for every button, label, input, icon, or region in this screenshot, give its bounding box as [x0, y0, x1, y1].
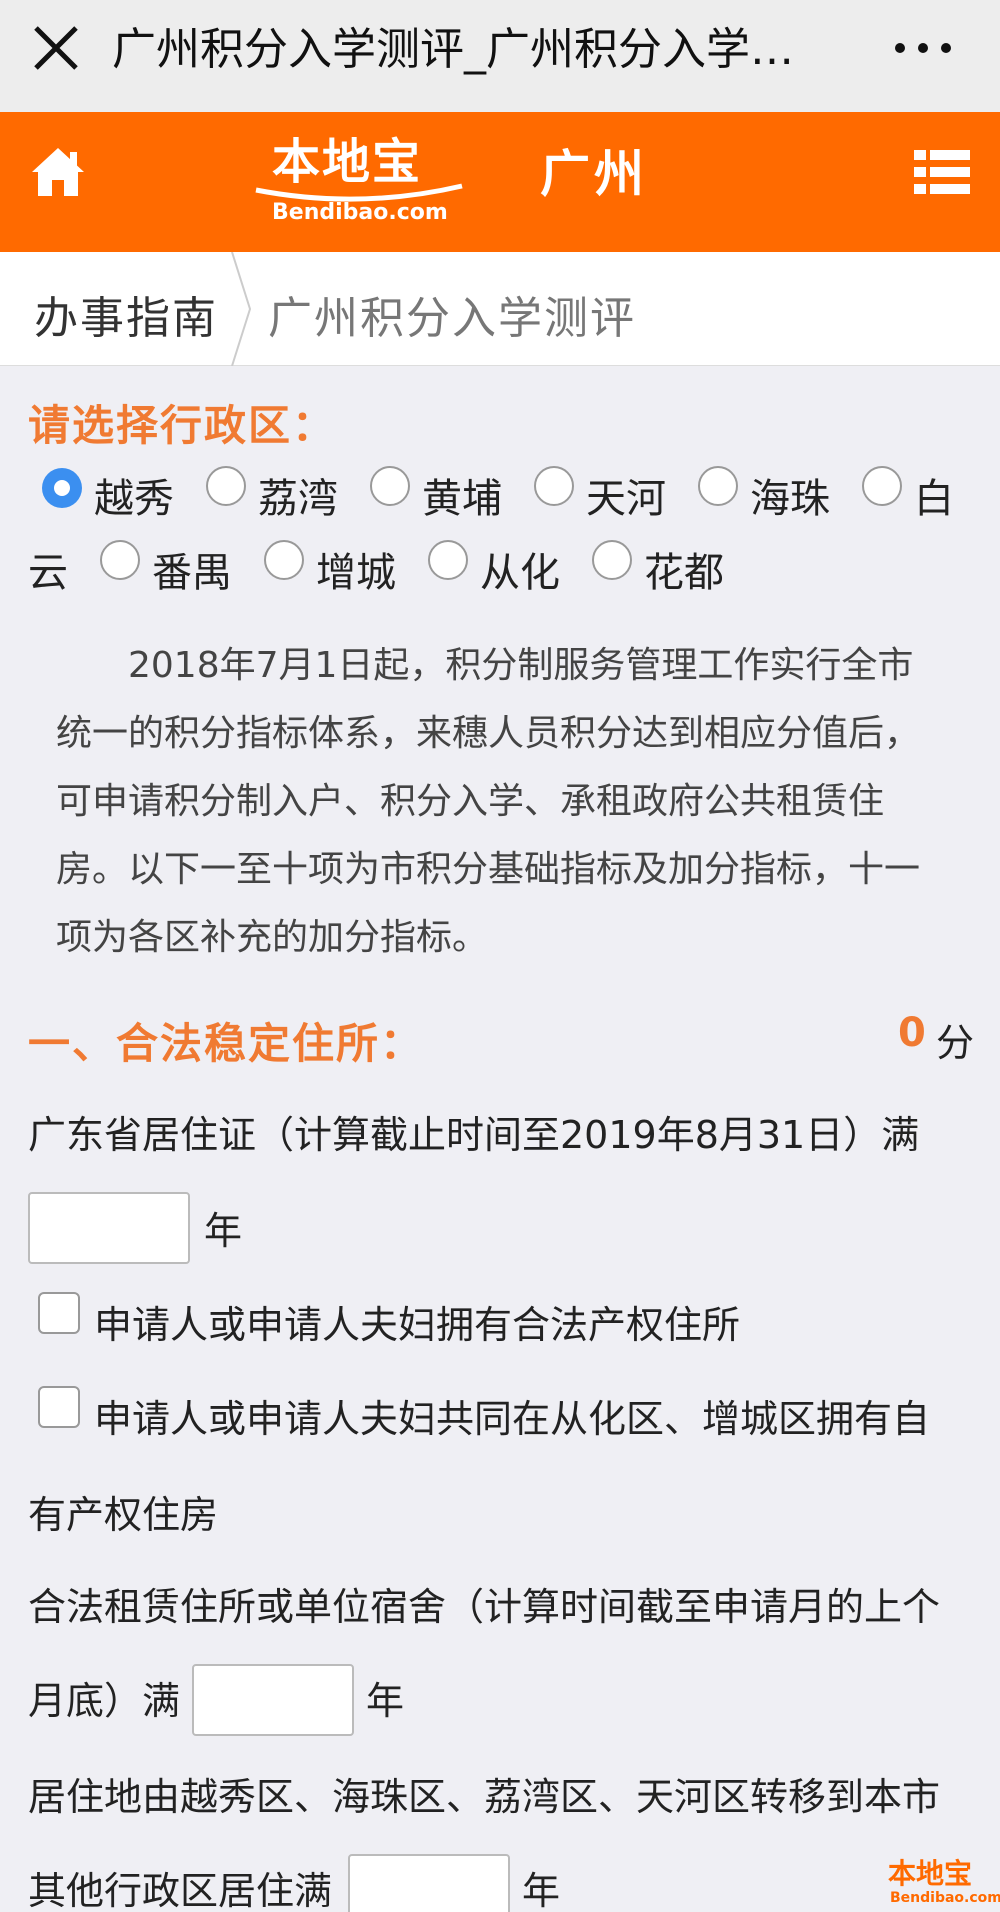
joint-property-checkbox[interactable]	[38, 1386, 80, 1428]
residence-years-input[interactable]	[28, 1192, 190, 1264]
radio-label: 番禺	[152, 550, 232, 596]
residence-permit-label: 广东省居住证（计算截止时间至2019年8月31日）满	[28, 1113, 920, 1157]
rental-years-input[interactable]	[192, 1664, 354, 1736]
radio-yuexiu[interactable]	[40, 466, 84, 510]
logo-domain: Bendibao.com	[272, 200, 448, 225]
intro-paragraph: 2018年7月1日起，积分制服务管理工作实行全市统一的积分指标体系，来穗人员积分…	[56, 645, 921, 958]
rental-label: 合法租赁住所或单位宿舍（计算时间截至申请月的上个	[28, 1585, 941, 1629]
radio-baiyun[interactable]	[860, 464, 904, 508]
watermark-cn: 本地宝	[888, 1857, 973, 1890]
radio-label: 增城	[316, 550, 396, 596]
radio-label: 荔湾	[258, 476, 338, 522]
site-header: 本地宝 Bendibao.com 广州	[0, 112, 1000, 252]
close-icon[interactable]	[30, 22, 82, 74]
radio-zengcheng[interactable]	[262, 538, 306, 582]
breadcrumb: 办事指南 广州积分入学测评	[0, 252, 1000, 366]
rental-label-cont: 月底）满	[28, 1679, 181, 1723]
transfer-label: 居住地由越秀区、海珠区、荔湾区、天河区转移到本市	[28, 1775, 941, 1819]
city-label[interactable]: 广州	[540, 134, 648, 206]
radio-label: 海珠	[750, 476, 830, 522]
radio-label: 黄埔	[422, 476, 502, 522]
radio-conghua[interactable]	[426, 538, 470, 582]
home-icon[interactable]	[28, 142, 88, 202]
year-unit: 年	[366, 1679, 405, 1723]
year-unit: 年	[522, 1869, 561, 1912]
year-unit: 年	[204, 1209, 243, 1253]
more-dots-icon[interactable]	[888, 28, 958, 68]
score-unit: 分	[936, 1021, 975, 1065]
joint-property-label: 申请人或申请人夫妇共同在从化区、增城区拥有自	[94, 1397, 931, 1441]
menu-list-icon[interactable]	[914, 148, 970, 196]
radio-label: 天河	[586, 476, 666, 522]
watermark-en: Bendibao.com	[890, 1890, 1000, 1906]
radio-label: 花都	[644, 550, 724, 596]
radio-panyu[interactable]	[98, 538, 142, 582]
radio-liwan[interactable]	[204, 464, 248, 508]
radio-label: 从化	[480, 550, 560, 596]
district-title: 请选择行政区：	[28, 401, 337, 450]
radio-label: 白	[914, 476, 954, 522]
radio-huangpu[interactable]	[368, 464, 412, 508]
joint-property-label-cont: 有产权住房	[28, 1493, 219, 1537]
section-title: 一、合法稳定住所：	[28, 1019, 425, 1068]
transfer-label-cont: 其他行政区居住满	[28, 1869, 333, 1912]
radio-haizhu[interactable]	[696, 464, 740, 508]
radio-label: 越秀	[94, 476, 174, 522]
site-logo[interactable]: 本地宝 Bendibao.com	[252, 120, 466, 244]
own-property-checkbox[interactable]	[38, 1292, 80, 1334]
own-property-label: 申请人或申请人夫妇拥有合法产权住所	[94, 1303, 741, 1347]
section-score: 0	[898, 1010, 926, 1056]
breadcrumb-parent[interactable]: 办事指南	[34, 282, 218, 346]
page-title: 广州积分入学测评_广州积分入学…	[112, 24, 794, 75]
radio-label: 云	[28, 550, 68, 596]
breadcrumb-current: 广州积分入学测评	[268, 293, 636, 344]
wechat-title-bar: 广州积分入学测评_广州积分入学…	[0, 0, 1000, 112]
radio-tianhe[interactable]	[532, 464, 576, 508]
breadcrumb-chevron-icon	[231, 252, 252, 366]
transfer-years-input[interactable]	[348, 1854, 510, 1912]
bendibao-watermark-logo: 本地宝 Bendibao.com	[880, 1852, 1000, 1910]
radio-huadu[interactable]	[590, 538, 634, 582]
